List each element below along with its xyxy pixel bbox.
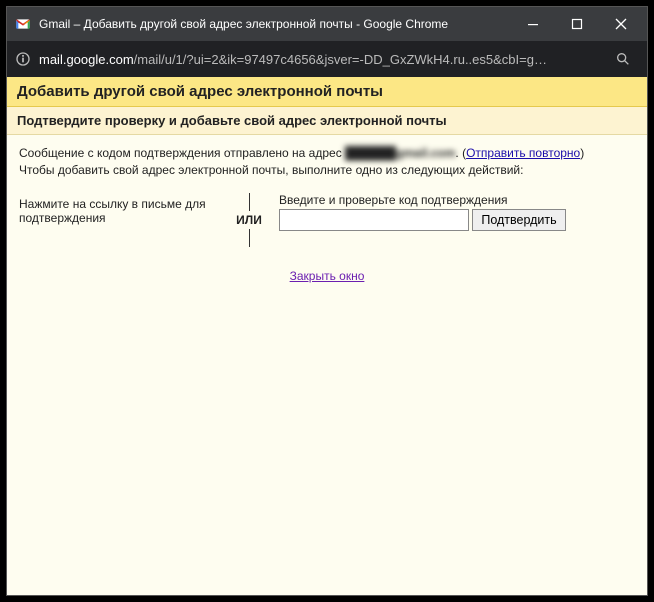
close-button[interactable] bbox=[599, 9, 643, 39]
or-separator: ИЛИ bbox=[219, 193, 279, 247]
msg-dot: . ( bbox=[455, 146, 466, 160]
close-row: Закрыть окно bbox=[19, 269, 635, 283]
link-instruction: Нажмите на ссылку в письме для подтвержд… bbox=[19, 197, 206, 225]
maximize-button[interactable] bbox=[555, 9, 599, 39]
window-controls bbox=[511, 9, 643, 39]
code-input-row: Подтвердить bbox=[279, 209, 635, 231]
title-bar: Gmail – Добавить другой свой адрес элект… bbox=[7, 7, 647, 41]
blurred-email: ██████gmail.com bbox=[345, 146, 455, 160]
code-instruction: Введите и проверьте код подтверждения bbox=[279, 193, 635, 207]
page-body: Сообщение с кодом подтверждения отправле… bbox=[7, 135, 647, 595]
msg-line2: Чтобы добавить свой адрес электронной по… bbox=[19, 163, 523, 177]
window-title: Gmail – Добавить другой свой адрес элект… bbox=[39, 17, 511, 31]
page-content: Добавить другой свой адрес электронной п… bbox=[7, 77, 647, 595]
address-bar: mail.google.com/mail/u/1/?ui=2&ik=97497c… bbox=[7, 41, 647, 77]
options-row: Нажмите на ссылку в письме для подтвержд… bbox=[19, 193, 635, 247]
minimize-button[interactable] bbox=[511, 9, 555, 39]
or-label: ИЛИ bbox=[236, 211, 262, 229]
chrome-window: Gmail – Добавить другой свой адрес элект… bbox=[6, 6, 648, 596]
resend-link[interactable]: Отправить повторно bbox=[466, 146, 580, 160]
separator-line-top bbox=[249, 193, 250, 211]
url-host: mail.google.com bbox=[39, 52, 134, 67]
page-subheader: Подтвердите проверку и добавьте свой адр… bbox=[7, 107, 647, 135]
page-header: Добавить другой свой адрес электронной п… bbox=[7, 77, 647, 107]
msg-close-paren: ) bbox=[580, 146, 584, 160]
separator-line-bottom bbox=[249, 229, 250, 247]
close-window-link[interactable]: Закрыть окно bbox=[290, 269, 365, 283]
secure-icon bbox=[15, 51, 31, 67]
confirm-button[interactable]: Подтвердить bbox=[472, 209, 565, 231]
verification-code-input[interactable] bbox=[279, 209, 469, 231]
msg-prefix: Сообщение с кодом подтверждения отправле… bbox=[19, 146, 345, 160]
confirmation-message: Сообщение с кодом подтверждения отправле… bbox=[19, 145, 635, 179]
left-option: Нажмите на ссылку в письме для подтвержд… bbox=[19, 193, 219, 225]
url-path: /mail/u/1/?ui=2&ik=97497c4656&jsver=-DD_… bbox=[134, 52, 547, 67]
right-option: Введите и проверьте код подтверждения По… bbox=[279, 193, 635, 231]
gmail-icon bbox=[15, 16, 31, 32]
zoom-icon[interactable] bbox=[607, 43, 639, 75]
url-display[interactable]: mail.google.com/mail/u/1/?ui=2&ik=97497c… bbox=[39, 52, 607, 67]
